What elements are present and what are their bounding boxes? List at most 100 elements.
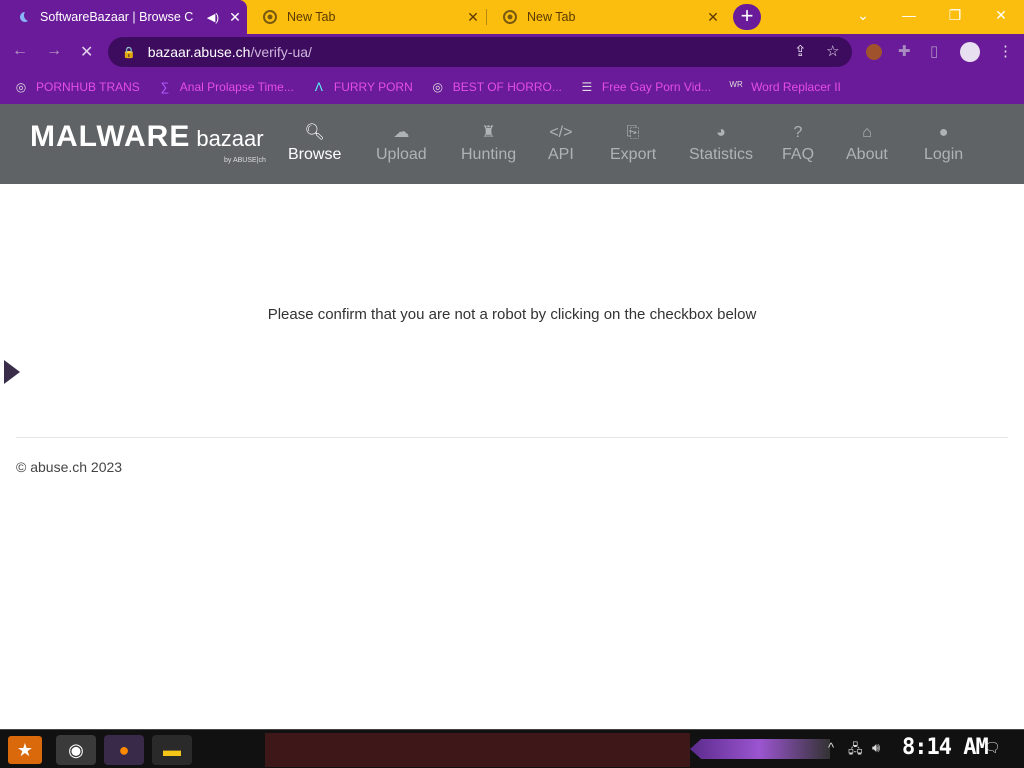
nav-statistics[interactable]: ◕ Statistics: [689, 122, 753, 164]
nav-hunting[interactable]: ♜ Hunting: [461, 122, 516, 164]
tab-new-tab-2[interactable]: New Tab ✕: [487, 0, 725, 34]
nav-export[interactable]: ⎘ Export: [610, 122, 656, 164]
footer-copyright: © abuse.ch 2023: [16, 459, 123, 475]
side-panel-icon[interactable]: ▯: [930, 42, 938, 60]
malware-bazaar-logo[interactable]: MALWARE bazaar by ABUSE|ch: [30, 120, 266, 164]
moon-favicon-icon: [20, 12, 28, 22]
extension-avatar-icon[interactable]: [866, 44, 882, 60]
bookmarks-bar: ◎ PORNHUB TRANS ∑ Anal Prolapse Time... ΛF…: [0, 70, 1024, 104]
taskbar: ★ ◉ ● ▬ ^ 🖧︎ 🔊︎ 8:14 AM 🗨︎: [0, 729, 1024, 768]
chevron-up-icon[interactable]: ^: [828, 740, 834, 755]
nav-about[interactable]: ⌂ About: [846, 122, 888, 164]
nav-label: FAQ: [782, 146, 815, 163]
bookmark-label: FURRY PORN: [333, 80, 413, 94]
nav-browse[interactable]: 🔍︎ Browse: [288, 122, 341, 164]
network-icon[interactable]: 🖧︎: [848, 740, 863, 762]
close-tab-icon[interactable]: ✕: [701, 9, 725, 26]
bookmark-label: PORNHUB TRANS: [36, 80, 140, 94]
minimize-icon[interactable]: —: [886, 0, 932, 34]
chrome-icon: [503, 10, 517, 24]
search-icon: 🔍︎: [304, 124, 325, 141]
tab-new-tab-1[interactable]: New Tab ✕: [247, 0, 485, 34]
lock-icon: 🔒: [122, 46, 136, 59]
code-icon: </>: [549, 124, 573, 141]
volume-icon[interactable]: 🔊︎: [872, 740, 880, 756]
globe-icon: ◎: [432, 80, 443, 94]
hunting-icon: ♜: [481, 124, 496, 141]
page-content: Please confirm that you are not a robot …: [0, 184, 1024, 729]
logo-main: MALWARE: [30, 120, 191, 153]
tab-strip: SoftwareBazaar | Browse C ◀) ✕ New Tab ✕…: [0, 0, 1024, 34]
bookmark-label: Word Replacer II: [751, 80, 841, 94]
forward-icon[interactable]: →: [46, 42, 62, 60]
bookmark-label: BEST OF HORRO...: [452, 80, 562, 94]
firefox-taskbar-icon[interactable]: ●: [104, 735, 144, 765]
bookmark-label: Anal Prolapse Time...: [179, 80, 294, 94]
close-tab-icon[interactable]: ✕: [223, 9, 247, 26]
bookmark-star-icon[interactable]: ☆: [826, 42, 839, 60]
logo-sub: bazaar: [196, 126, 264, 151]
tab-search-icon[interactable]: ⌄: [840, 0, 886, 34]
logo-byline: by ABUSE|ch: [224, 157, 266, 164]
taskbar-wallpaper-decoration: [265, 733, 690, 767]
bookmark-label: Free Gay Porn Vid...: [601, 80, 712, 94]
nav-faq[interactable]: ? FAQ: [782, 122, 814, 164]
mouse-cursor-icon: [4, 360, 20, 384]
tab-title: SoftwareBazaar | Browse C: [40, 10, 194, 24]
bookmark-item[interactable]: WR Word Replacer II: [729, 80, 841, 94]
taskbar-accent-bar: [690, 739, 830, 759]
url-path: /verify-ua/: [250, 44, 312, 60]
address-bar[interactable]: 🔒 bazaar.abuse.ch/verify-ua/: [108, 37, 852, 67]
browser-toolbar: ← → ✕ 🔒 bazaar.abuse.ch/verify-ua/ ⇪ ☆ ✚…: [0, 34, 1024, 70]
share-icon[interactable]: ⇪: [794, 42, 807, 60]
cloud-upload-icon: ☁: [393, 124, 410, 141]
bookmark-item[interactable]: ◎ PORNHUB TRANS: [14, 80, 140, 94]
url-host: bazaar.abuse.ch: [147, 44, 251, 60]
notifications-icon[interactable]: 🗨︎: [984, 740, 1001, 756]
nav-label: Browse: [288, 146, 342, 163]
export-icon: ⎘: [626, 124, 640, 141]
tab-softwarebazaar[interactable]: SoftwareBazaar | Browse C ◀) ✕: [0, 0, 247, 34]
chrome-icon: [263, 10, 277, 24]
close-tab-icon[interactable]: ✕: [461, 9, 485, 26]
user-icon: ●: [938, 124, 949, 141]
start-button[interactable]: ★: [8, 736, 42, 764]
restore-icon[interactable]: ❐: [932, 0, 978, 34]
bookmark-item[interactable]: Λ FURRY PORN: [312, 80, 413, 94]
extensions-puzzle-icon[interactable]: ✚: [898, 42, 911, 60]
building-icon: ⌂: [862, 124, 872, 141]
nav-login[interactable]: ● Login: [924, 122, 963, 164]
stop-icon[interactable]: ✕: [80, 42, 93, 62]
nav-api[interactable]: </> API: [548, 122, 574, 164]
globe-icon: ◎: [15, 80, 27, 94]
menu-kebab-icon[interactable]: ⋮: [998, 42, 1013, 60]
nav-label: About: [846, 146, 888, 163]
question-icon: ?: [793, 124, 803, 141]
site-header: MALWARE bazaar by ABUSE|ch 🔍︎ Browse ☁ Up…: [0, 104, 1024, 184]
pie-chart-icon: ◕: [716, 124, 726, 141]
nav-label: API: [548, 146, 574, 163]
nav-label: Statistics: [689, 146, 754, 163]
speaker-icon[interactable]: ◀): [207, 11, 219, 24]
new-tab-button[interactable]: +: [733, 4, 761, 30]
nav-upload[interactable]: ☁ Upload: [376, 122, 427, 164]
profile-icon[interactable]: [960, 42, 980, 62]
nav-label: Export: [610, 146, 657, 163]
chrome-taskbar-icon[interactable]: ◉: [56, 735, 96, 765]
bookmark-item[interactable]: ◎ BEST OF HORRO...: [431, 80, 562, 94]
bookmark-item[interactable]: ☰ Free Gay Porn Vid...: [580, 80, 712, 94]
tab-title: New Tab: [287, 10, 336, 24]
wr-icon: WR: [729, 80, 743, 89]
close-window-icon[interactable]: ✕: [978, 0, 1024, 34]
nav-label: Login: [924, 146, 964, 163]
file-explorer-icon[interactable]: ▬: [152, 735, 192, 765]
nav-label: Upload: [376, 146, 427, 163]
footer-divider: [16, 437, 1008, 438]
bookmark-item[interactable]: ∑ Anal Prolapse Time...: [158, 80, 294, 94]
tab-title: New Tab: [527, 10, 576, 24]
nav-label: Hunting: [461, 146, 517, 163]
stack-icon: ☰: [581, 80, 593, 94]
back-icon[interactable]: ←: [12, 42, 28, 60]
taskbar-clock[interactable]: 8:14 AM: [902, 735, 989, 760]
robot-verification-message: Please confirm that you are not a robot …: [267, 306, 757, 323]
